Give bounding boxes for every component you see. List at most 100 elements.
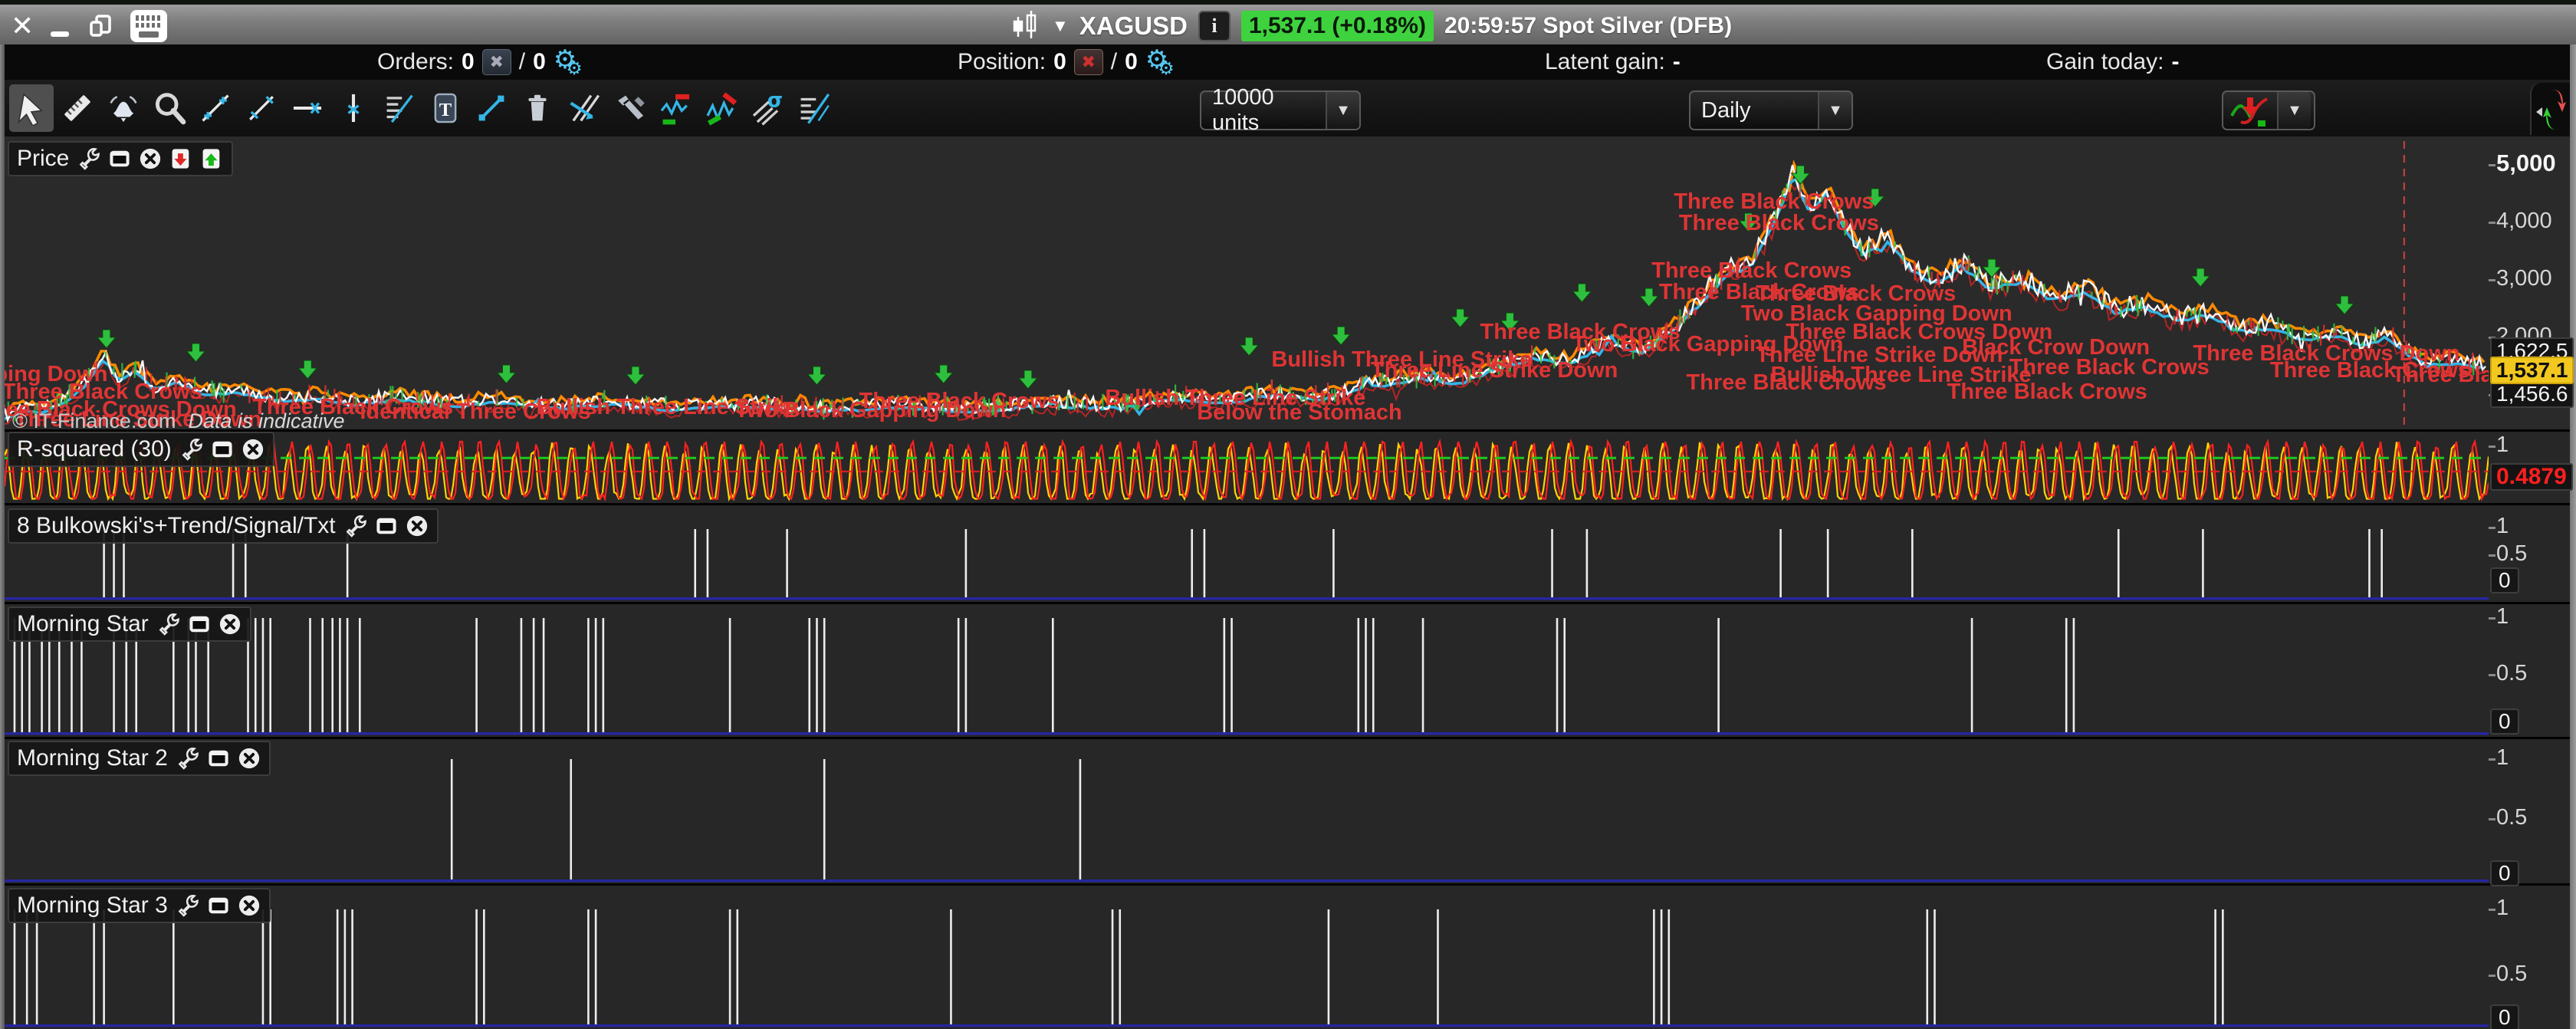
pattern-down-tool[interactable] [653, 84, 698, 132]
rsquared-panel-title: R-squared (30) [17, 436, 172, 462]
indicator-close-button[interactable] [405, 514, 429, 538]
fibonacci-tool[interactable] [377, 84, 422, 132]
ruler-tool[interactable] [55, 84, 100, 132]
zero-baseline [5, 1024, 2489, 1027]
indicator-settings-button[interactable] [179, 437, 204, 462]
sell-signal-arrow-icon [1019, 370, 1037, 389]
indicator-close-button[interactable] [218, 612, 242, 636]
timeframe-value: Daily [1691, 98, 1818, 123]
morning-star-2-panel-header-icons [176, 746, 261, 771]
minimize-window-button[interactable] [48, 13, 74, 39]
units-select[interactable]: 10000 units ▼ [1200, 90, 1361, 130]
alert-tool[interactable] [101, 84, 146, 132]
orders-separator: / [519, 49, 525, 75]
delete-all-tool[interactable] [561, 84, 606, 132]
text-tool[interactable]: T [423, 84, 468, 132]
sigma-channel-tool[interactable]: σ [745, 84, 790, 132]
arrow-tool[interactable] [469, 84, 514, 132]
indicator-window-button[interactable] [107, 146, 132, 171]
segment-tool[interactable] [239, 84, 284, 132]
pattern-zigzag-tool[interactable] [699, 84, 744, 132]
close-position-button[interactable]: ✖ [1074, 49, 1103, 75]
indicator-settings-button[interactable] [156, 612, 181, 636]
indicator-settings-button[interactable] [176, 893, 200, 918]
application-window: ✕ ▼ XAGUSD i 1,537.1 (+0.18%) 20:59:57 S… [0, 0, 2576, 1029]
indicator-close-button[interactable] [138, 146, 163, 171]
gain-today-label: Gain today: [2046, 49, 2164, 75]
trendline-tool[interactable] [193, 84, 238, 132]
pattern-annotation: Three Black Crows [2009, 355, 2210, 380]
chevron-down-icon[interactable]: ▼ [1326, 92, 1359, 129]
keyboard-icon[interactable] [129, 8, 169, 44]
arrow-tool-icon [474, 90, 509, 126]
fibonacci-tool-icon [382, 90, 417, 126]
price-axis: 5,0004,0003,0002,0001,0001,622.51,537.11… [2489, 136, 2570, 1029]
chart-style-button[interactable]: ▼ [2222, 90, 2315, 130]
indicator-window-button[interactable] [187, 612, 212, 636]
indicator-close-button[interactable] [241, 437, 265, 462]
morning-star-chart-canvas[interactable] [5, 604, 2489, 737]
ruler-tool-icon [60, 90, 95, 126]
indicator-close-button[interactable] [237, 746, 261, 771]
indicator-tick-label: 0.5 [2496, 661, 2527, 686]
sell-signal-arrow-icon [626, 367, 645, 385]
orders-group: Orders: 0 ✖ / 0 ⚙⚙ [377, 44, 581, 80]
morning-star-panel-title: Morning Star [17, 611, 149, 637]
price-tick-label: 5,000 [2496, 150, 2556, 177]
indicator-settings-button[interactable] [343, 514, 368, 538]
instrument-dropdown[interactable]: ▼ [1052, 16, 1069, 36]
order-panel-toggle[interactable] [2530, 83, 2571, 135]
rsquared-chart-canvas[interactable] [5, 432, 2489, 503]
chevron-down-icon[interactable]: ▼ [1818, 92, 1852, 129]
zoom-tool[interactable] [147, 84, 192, 132]
last-price-badge: 1,537.1 [2490, 357, 2574, 384]
position-settings-icon[interactable]: ⚙⚙ [1145, 44, 1173, 80]
delete-all-tool-icon [566, 90, 601, 126]
pattern-annotation: Three Black Crows [1947, 380, 2147, 404]
orders-count-2: 0 [533, 49, 546, 75]
morning-star-3-chart-canvas[interactable] [5, 886, 2489, 1029]
orders-label: Orders: [377, 49, 454, 75]
sell-signal-button[interactable] [169, 146, 193, 171]
sell-signal-arrow-icon [935, 365, 953, 383]
indicator-settings-button[interactable] [176, 746, 200, 771]
indicator-close-button[interactable] [237, 893, 261, 918]
pattern-zigzag-tool-icon [704, 90, 739, 126]
orders-settings-icon[interactable]: ⚙⚙ [554, 44, 581, 80]
pattern-annotation: Below the Stomach [1197, 400, 1402, 425]
sell-signal-arrow-icon [97, 330, 116, 348]
chevron-down-icon[interactable]: ▼ [2277, 92, 2311, 129]
timeframe-select[interactable]: Daily ▼ [1689, 90, 1853, 130]
indicator-window-button[interactable] [206, 746, 231, 771]
close-window-button[interactable]: ✕ [11, 10, 34, 42]
morning-star-3-panel-header-icons [176, 893, 261, 918]
restore-window-button[interactable] [87, 12, 115, 40]
units-value: 10000 units [1201, 85, 1326, 136]
delete-tool[interactable] [515, 84, 560, 132]
morning-star-2-chart-canvas[interactable] [5, 739, 2489, 883]
svg-text:T: T [439, 100, 452, 120]
indicator-window-button[interactable] [210, 437, 235, 462]
sell-signal-arrow-icon [2335, 296, 2354, 314]
rsquared-value-badge: 0.4879 [2490, 463, 2573, 491]
instrument-symbol: XAGUSD [1079, 12, 1188, 41]
horizontal-line-tool[interactable] [285, 84, 330, 132]
morning-star-3-panel-title: Morning Star 3 [17, 893, 168, 919]
cursor-tool[interactable] [9, 84, 54, 132]
cancel-orders-button[interactable]: ✖ [482, 49, 511, 75]
price-chart-canvas[interactable]: Black Gapping DownThree Black CrowsThree… [5, 136, 2489, 429]
session-info: 20:59:57 Spot Silver (DFB) [1444, 13, 1732, 39]
vertical-line-tool[interactable] [331, 84, 376, 132]
morning-star-2-panel-title: Morning Star 2 [17, 745, 168, 771]
indicator-window-button[interactable] [374, 514, 399, 538]
sell-signal-arrow-icon [1451, 309, 1470, 327]
status-bar: Orders: 0 ✖ / 0 ⚙⚙ Position: 0 ✖ / 0 ⚙⚙ … [0, 44, 2576, 80]
buy-signal-button[interactable] [199, 146, 224, 171]
info-button[interactable]: i [1198, 11, 1230, 41]
scrollbar-strip[interactable] [2570, 44, 2576, 1029]
indicator-window-button[interactable] [206, 893, 231, 918]
drawing-tools[interactable] [607, 84, 652, 132]
pitchfork-tool[interactable] [791, 84, 836, 132]
sell-signal-arrow-icon [2191, 268, 2210, 287]
indicator-settings-button[interactable] [77, 146, 101, 171]
